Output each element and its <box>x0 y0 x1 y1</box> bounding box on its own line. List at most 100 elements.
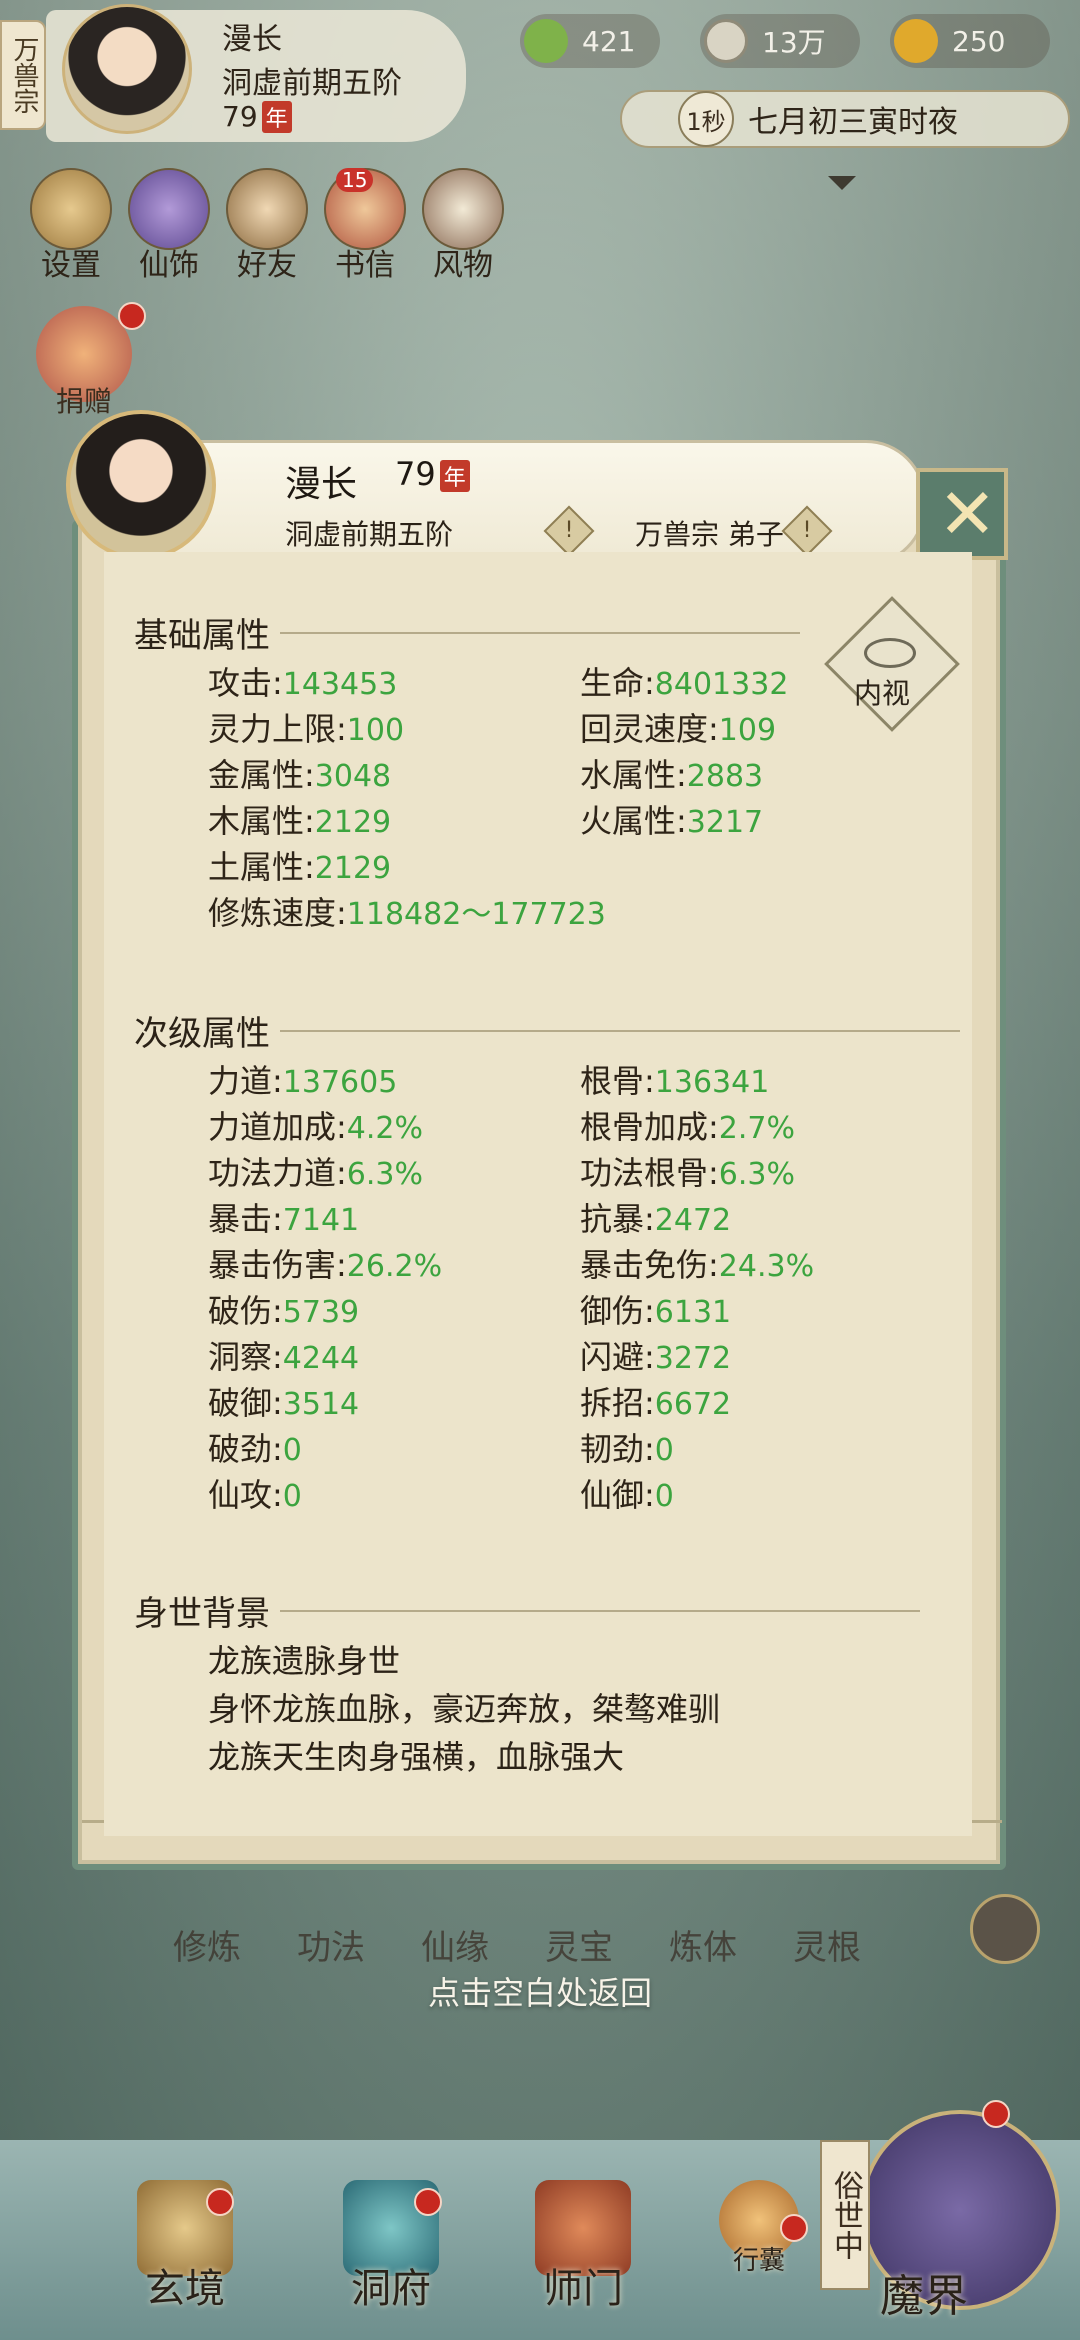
attr-wood: 木属性:2129 <box>208 802 392 840</box>
func-body[interactable]: 炼体 <box>646 1920 760 1969</box>
attr-value: 3048 <box>314 759 392 794</box>
attr-insight: 洞察:4244 <box>208 1338 360 1376</box>
func-skill[interactable]: 功法 <box>274 1920 388 1969</box>
nav-label: 行囊 <box>732 2246 785 2276</box>
sect-info-icon[interactable]: ! <box>781 505 833 557</box>
info-glyph: ! <box>802 518 812 543</box>
chevron-down-icon[interactable] <box>828 176 856 190</box>
time-speed-button[interactable]: 1秒 <box>678 91 734 147</box>
attr-label: 破御 <box>208 1384 273 1422</box>
attr-label: 破伤 <box>208 1292 273 1330</box>
attr-value: 109 <box>718 713 777 748</box>
attr-value: 136341 <box>654 1065 770 1100</box>
section-label: 次级属性 <box>134 1014 270 1054</box>
game-time: 七月初三寅时夜 <box>748 105 958 140</box>
attr-earth: 土属性:2129 <box>208 848 392 886</box>
info-glyph: ! <box>564 518 574 543</box>
attr-water: 水属性:2883 <box>580 756 764 794</box>
attr-label: 力道 <box>208 1062 273 1100</box>
func-treasure[interactable]: 灵宝 <box>522 1920 636 1969</box>
player-age: 79 年 <box>222 100 292 133</box>
attr-value: 26.2% <box>346 1249 443 1284</box>
notification-dot <box>982 2100 1010 2128</box>
attr-crit-damage-reduction: 暴击免伤:24.3% <box>580 1246 815 1284</box>
attr-label: 木属性 <box>208 802 305 840</box>
attr-label: 水属性 <box>580 756 677 794</box>
attr-value: 2.7% <box>718 1111 796 1146</box>
profile-sect: 万兽宗 弟子 <box>635 518 784 551</box>
attr-value: 2883 <box>686 759 764 794</box>
section-label: 身世背景 <box>134 1594 270 1634</box>
attr-value: 7141 <box>282 1203 360 1238</box>
attr-value: 6131 <box>654 1295 732 1330</box>
settings-button[interactable]: 设置 <box>30 168 112 284</box>
nav-label: 洞府 <box>351 2266 431 2312</box>
attr-force-break: 破劲:0 <box>208 1430 302 1468</box>
attr-skill-constitution: 功法根骨:6.3% <box>580 1154 796 1192</box>
realm-info-icon[interactable]: ! <box>543 505 595 557</box>
attr-label: 回灵速度 <box>580 710 709 748</box>
attr-value: 2129 <box>314 851 392 886</box>
close-button[interactable]: ✕ <box>916 468 1008 560</box>
attr-constitution: 根骨:136341 <box>580 1062 770 1100</box>
avatar[interactable] <box>62 4 192 134</box>
resource-value: 421 <box>582 24 636 58</box>
profile-age: 79 年 <box>395 455 470 493</box>
section-label: 基础属性 <box>134 616 270 656</box>
func-cultivate[interactable]: 修炼 <box>150 1920 264 1969</box>
profile-realm: 洞虚前期五阶 <box>285 518 454 551</box>
age-value: 79 <box>222 100 258 133</box>
friends-button[interactable]: 好友 <box>226 168 308 284</box>
shortcut-label: 仙饰 <box>139 248 199 283</box>
notification-dot <box>780 2214 808 2242</box>
attr-attack: 攻击:143453 <box>208 664 398 702</box>
close-icon: ✕ <box>938 473 997 555</box>
divider <box>280 631 800 634</box>
attr-crit-damage: 暴击伤害:26.2% <box>208 1246 443 1284</box>
resource-coin[interactable]: 13万 <box>700 14 860 68</box>
attr-label: 力道加成 <box>208 1108 337 1146</box>
attr-label: 金属性 <box>208 756 305 794</box>
attr-label: 暴击 <box>208 1200 273 1238</box>
attr-label: 闪避 <box>580 1338 645 1376</box>
section-title-basic: 基础属性 <box>134 608 800 657</box>
notification-dot <box>206 2188 234 2216</box>
spirit-stone-icon <box>524 19 568 63</box>
profile-content[interactable]: 基础属性 内视 攻击:143453 生命:8401332 灵力上限:100 回灵… <box>104 552 972 1836</box>
attr-damage-resist: 御伤:6131 <box>580 1292 732 1330</box>
nav-label: 师门 <box>543 2266 623 2312</box>
attr-crit-resist: 抗暴:2472 <box>580 1200 732 1238</box>
attr-label: 暴击伤害 <box>208 1246 337 1284</box>
top-hud: 万兽宗 漫长 洞虚前期五阶 79 年 421 13万 250 1秒 七月初三寅时夜 <box>0 0 1080 190</box>
resource-ingot[interactable]: 250 <box>890 14 1050 68</box>
star-icon[interactable] <box>970 1894 1040 1964</box>
attr-strength: 力道:137605 <box>208 1062 398 1100</box>
background-line: 身怀龙族血脉，豪迈奔放，桀骜难驯 <box>208 1690 721 1728</box>
attr-label: 修炼速度 <box>208 894 337 932</box>
year-badge: 年 <box>261 101 292 133</box>
attr-mana-regen: 回灵速度:109 <box>580 710 777 748</box>
attr-label: 仙攻 <box>208 1476 273 1514</box>
fairy-ornament-button[interactable]: 仙饰 <box>128 168 210 284</box>
world-toggle[interactable]: 俗世中 魔界 <box>820 2110 1060 2340</box>
attr-label: 韧劲 <box>580 1430 645 1468</box>
divider <box>280 1609 920 1612</box>
age-value: 79 <box>395 455 436 493</box>
attr-value: 0 <box>654 1479 674 1514</box>
attr-value: 4244 <box>282 1341 360 1376</box>
attr-label: 攻击 <box>208 664 273 702</box>
attr-value: 0 <box>654 1433 674 1468</box>
background-line: 龙族天生肉身强横，血脉强大 <box>208 1738 625 1776</box>
resource-spirit-stone[interactable]: 421 <box>520 14 660 68</box>
attr-skill-strength: 功法力道:6.3% <box>208 1154 424 1192</box>
func-fate[interactable]: 仙缘 <box>398 1920 512 1969</box>
sect-tag: 万兽宗 <box>0 20 46 130</box>
nav-sect[interactable]: 师门 <box>518 2180 648 2314</box>
world-status-tag: 俗世中 <box>820 2140 870 2290</box>
attr-value: 4.2% <box>346 1111 424 1146</box>
profile-portrait <box>66 410 216 560</box>
time-bar[interactable]: 1秒 七月初三寅时夜 <box>620 90 1070 148</box>
scenery-button[interactable]: 风物 <box>422 168 504 284</box>
func-root[interactable]: 灵根 <box>770 1920 884 1969</box>
attr-label: 功法根骨 <box>580 1154 709 1192</box>
